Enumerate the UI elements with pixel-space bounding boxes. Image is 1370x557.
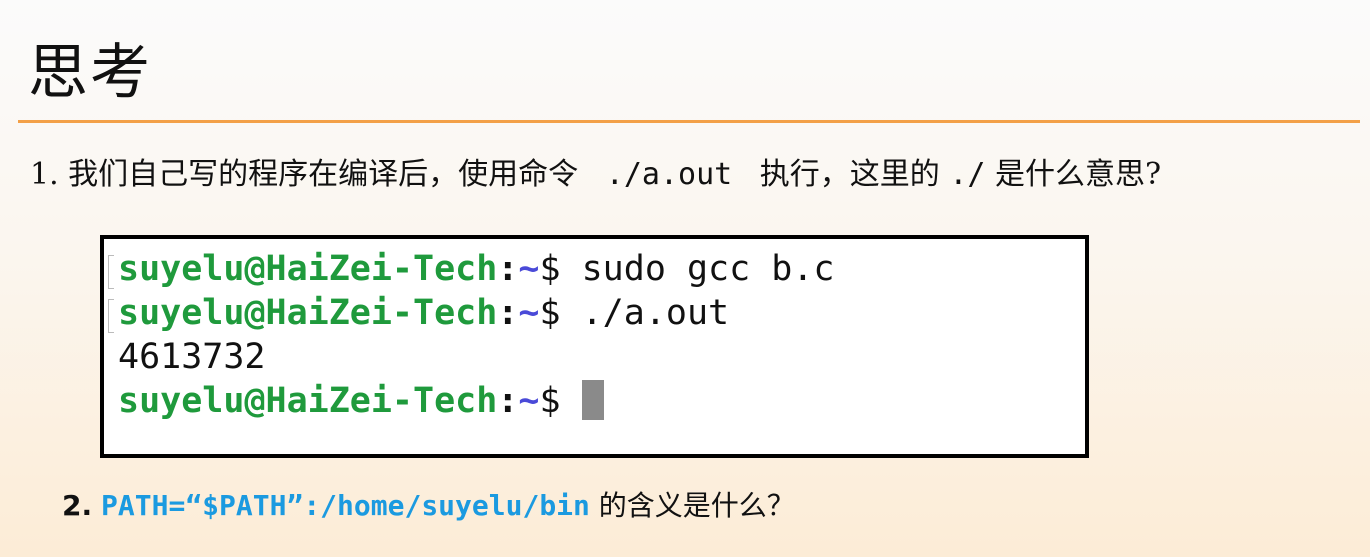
terminal-line: suyelu@HaiZei-Tech:~$ sudo gcc b.c — [104, 247, 1085, 291]
prompt-colon: : — [497, 293, 519, 333]
question-2: 2. PATH=“$PATH”:/home/suyelu/bin 的含义是什么？ — [62, 484, 795, 524]
slide-title: 思考 — [28, 38, 152, 108]
prompt-colon: : — [497, 381, 519, 421]
title-divider — [18, 120, 1360, 123]
question-1-suffix: 是什么意思? — [985, 157, 1162, 192]
terminal-output: 4613732 — [118, 337, 266, 377]
prompt-tilde: ~ — [518, 293, 540, 333]
terminal-screenshot: suyelu@HaiZei-Tech:~$ sudo gcc b.c suyel… — [100, 235, 1089, 458]
question-2-number: 2. — [62, 489, 93, 522]
prompt-tilde: ~ — [518, 381, 540, 421]
question-1-prefix: 1. 我们自己写的程序在编译后，使用命令 — [30, 157, 588, 192]
question-2-suffix: 的含义是什么？ — [589, 489, 795, 522]
question-2-code: PATH=“$PATH”:/home/suyelu/bin — [101, 489, 590, 522]
terminal-line: suyelu@HaiZei-Tech:~$ ./a.out — [104, 291, 1085, 335]
prompt-user-host: suyelu@HaiZei-Tech — [118, 249, 498, 289]
terminal-command: ./a.out — [581, 293, 730, 333]
prompt-dollar: $ — [539, 381, 582, 421]
question-1: 1. 我们自己写的程序在编译后，使用命令 ./a.out 执行，这里的 ./ 是… — [30, 152, 1330, 198]
question-1-middle: 执行，这里的 — [750, 157, 950, 192]
prompt-tilde: ~ — [518, 249, 540, 289]
question-1-dot-slash: ./ — [949, 157, 986, 192]
terminal-line: suyelu@HaiZei-Tech:~$ — [104, 379, 1085, 423]
terminal-cursor — [581, 380, 604, 420]
question-1-command: ./a.out — [587, 157, 751, 192]
prompt-user-host: suyelu@HaiZei-Tech — [118, 381, 498, 421]
prompt-colon: : — [497, 249, 519, 289]
prompt-user-host: suyelu@HaiZei-Tech — [118, 293, 498, 333]
terminal-command: sudo gcc b.c — [581, 249, 835, 289]
prompt-dollar: $ — [539, 249, 582, 289]
prompt-dollar: $ — [539, 293, 582, 333]
